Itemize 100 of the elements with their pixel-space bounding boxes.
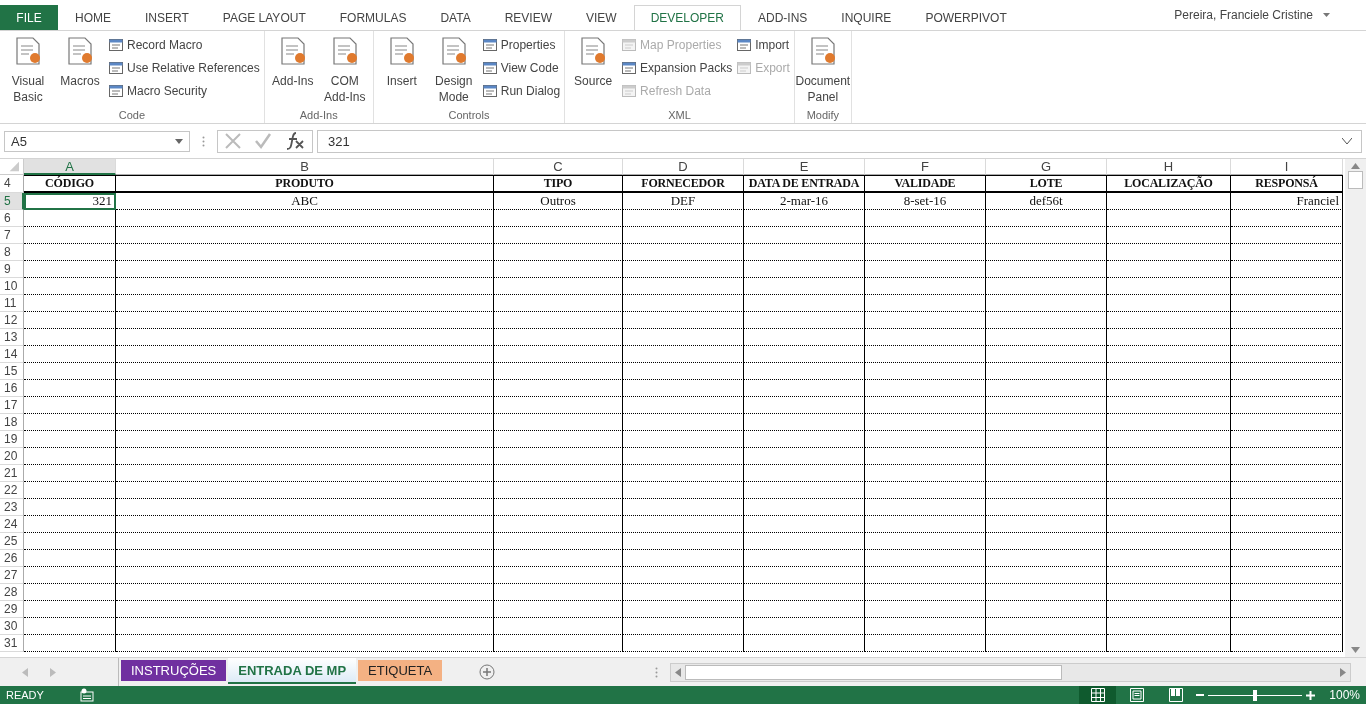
ribbon-button[interactable]: Visual Basic bbox=[4, 33, 52, 109]
caret-icon[interactable] bbox=[175, 138, 183, 144]
row-header[interactable]: 31 bbox=[0, 635, 24, 652]
row-header[interactable]: 17 bbox=[0, 397, 24, 414]
scroll-left-icon[interactable] bbox=[675, 667, 682, 677]
row-header[interactable]: 16 bbox=[0, 380, 24, 397]
row-header[interactable]: 11 bbox=[0, 295, 24, 312]
column-header[interactable]: H bbox=[1107, 159, 1231, 175]
ribbon-button[interactable]: Insert bbox=[377, 33, 426, 109]
row-header[interactable]: 21 bbox=[0, 465, 24, 482]
row-header[interactable]: 5 bbox=[0, 193, 24, 210]
row-header[interactable]: 19 bbox=[0, 431, 24, 448]
ribbon-tab[interactable]: DEVELOPER bbox=[633, 5, 741, 30]
row-header[interactable]: 27 bbox=[0, 567, 24, 584]
ribbon-tab[interactable]: FORMULAS bbox=[322, 5, 424, 30]
check-icon[interactable] bbox=[254, 132, 272, 150]
expand-icon[interactable] bbox=[1342, 138, 1352, 144]
ribbon-button[interactable]: Expansion Packs bbox=[621, 58, 733, 77]
row-header[interactable]: 10 bbox=[0, 278, 24, 295]
ribbon-button[interactable]: Properties bbox=[481, 35, 561, 54]
row-header[interactable]: 24 bbox=[0, 516, 24, 533]
cancel-icon[interactable] bbox=[224, 132, 242, 150]
scroll-thumb[interactable] bbox=[1348, 171, 1363, 189]
ribbon-button[interactable]: Import bbox=[736, 35, 790, 54]
row-header[interactable]: 25 bbox=[0, 533, 24, 550]
zoom-level[interactable]: 100% bbox=[1329, 688, 1360, 702]
column-header[interactable]: E bbox=[744, 159, 865, 175]
column-header[interactable]: B bbox=[116, 159, 494, 175]
column-header[interactable]: I bbox=[1231, 159, 1343, 175]
scroll-up-icon[interactable] bbox=[1351, 163, 1360, 169]
row-header[interactable]: 9 bbox=[0, 261, 24, 278]
row-header[interactable]: 30 bbox=[0, 618, 24, 635]
ribbon-tab[interactable]: DATA bbox=[423, 5, 488, 30]
row-header[interactable]: 26 bbox=[0, 550, 24, 567]
ribbon-button[interactable]: Add-Ins bbox=[268, 33, 317, 109]
scroll-right-icon[interactable] bbox=[1340, 667, 1346, 677]
ribbon-tab[interactable]: PAGE LAYOUT bbox=[205, 5, 323, 30]
table-cell: LOTE bbox=[986, 175, 1107, 193]
horizontal-scrollbar[interactable] bbox=[670, 662, 1351, 682]
row-header[interactable]: 14 bbox=[0, 346, 24, 363]
ribbon-tab[interactable]: VIEW bbox=[569, 5, 634, 30]
ribbon-tab[interactable]: REVIEW bbox=[487, 5, 569, 30]
add-sheet-icon[interactable] bbox=[479, 664, 496, 680]
column-header[interactable]: D bbox=[623, 159, 744, 175]
sheet-tab[interactable]: ETIQUETA bbox=[358, 660, 443, 681]
form-icon bbox=[108, 59, 124, 76]
row-header[interactable]: 7 bbox=[0, 227, 24, 244]
row-header[interactable]: 8 bbox=[0, 244, 24, 261]
ribbon-button[interactable]: Macro Security bbox=[108, 81, 260, 100]
function-icon[interactable] bbox=[284, 131, 306, 151]
ribbon-button[interactable]: COM Add-Ins bbox=[320, 33, 369, 109]
ribbon-button[interactable]: Record Macro bbox=[108, 35, 260, 54]
ribbon-tab[interactable]: ADD-INS bbox=[741, 5, 825, 30]
vertical-scrollbar[interactable] bbox=[1345, 159, 1366, 657]
grip-icon[interactable] bbox=[655, 666, 659, 678]
ribbon-button[interactable]: Source bbox=[569, 33, 618, 109]
view-button[interactable] bbox=[1079, 686, 1117, 704]
column-header[interactable]: A bbox=[24, 159, 116, 175]
next-sheet-icon[interactable] bbox=[50, 667, 56, 677]
ribbon-button[interactable]: Macros bbox=[56, 33, 104, 109]
ribbon-button[interactable]: Use Relative References bbox=[108, 58, 260, 77]
sheet-tab[interactable]: INSTRUÇÕES bbox=[121, 660, 227, 681]
formula-field[interactable]: 321 bbox=[317, 129, 1362, 153]
table-cell: FORNECEDOR bbox=[623, 175, 744, 193]
column-header[interactable]: F bbox=[865, 159, 986, 175]
row-header[interactable]: 15 bbox=[0, 363, 24, 380]
macro-record-icon[interactable] bbox=[79, 688, 94, 702]
row-header[interactable]: 6 bbox=[0, 210, 24, 227]
zoom-out-icon[interactable] bbox=[1196, 691, 1205, 699]
caret-icon[interactable] bbox=[1323, 13, 1330, 17]
row-header[interactable]: 23 bbox=[0, 499, 24, 516]
name-box[interactable]: A5 bbox=[4, 130, 190, 152]
grid-icon bbox=[1090, 688, 1105, 702]
row-header[interactable]: 12 bbox=[0, 312, 24, 329]
table-cell: 8-set-16 bbox=[865, 193, 986, 210]
column-header[interactable]: C bbox=[494, 159, 623, 175]
column-header[interactable]: G bbox=[986, 159, 1107, 175]
row-header[interactable]: 18 bbox=[0, 414, 24, 431]
scroll-down-icon[interactable] bbox=[1351, 647, 1360, 653]
row-header[interactable]: 29 bbox=[0, 601, 24, 618]
sheet-tab[interactable]: ENTRADA DE MP bbox=[228, 658, 357, 684]
user-name[interactable]: Pereira, Franciele Cristine bbox=[1174, 8, 1313, 22]
row-header[interactable]: 28 bbox=[0, 584, 24, 601]
grip-icon[interactable] bbox=[202, 135, 205, 147]
ribbon-button[interactable]: View Code bbox=[481, 58, 561, 77]
row-header[interactable]: 22 bbox=[0, 482, 24, 499]
file-tab[interactable]: FILE bbox=[0, 5, 58, 30]
group-label: Controls bbox=[447, 109, 491, 123]
ribbon-tab[interactable]: POWERPIVOT bbox=[908, 5, 1024, 30]
scroll-thumb[interactable] bbox=[685, 664, 1063, 680]
ribbon-tab[interactable]: INSERT bbox=[128, 5, 206, 30]
previous-sheet-icon[interactable] bbox=[22, 667, 28, 677]
select-all-icon[interactable] bbox=[0, 159, 24, 175]
ribbon-button[interactable]: Design Mode bbox=[429, 33, 478, 109]
ribbon-tab[interactable]: INQUIRE bbox=[824, 5, 909, 30]
ribbon-tab[interactable]: HOME bbox=[58, 5, 128, 30]
row-header[interactable]: 13 bbox=[0, 329, 24, 346]
zoom-in-icon[interactable] bbox=[1306, 690, 1316, 700]
row-header[interactable]: 20 bbox=[0, 448, 24, 465]
ribbon-button[interactable]: Run Dialog bbox=[481, 81, 561, 100]
